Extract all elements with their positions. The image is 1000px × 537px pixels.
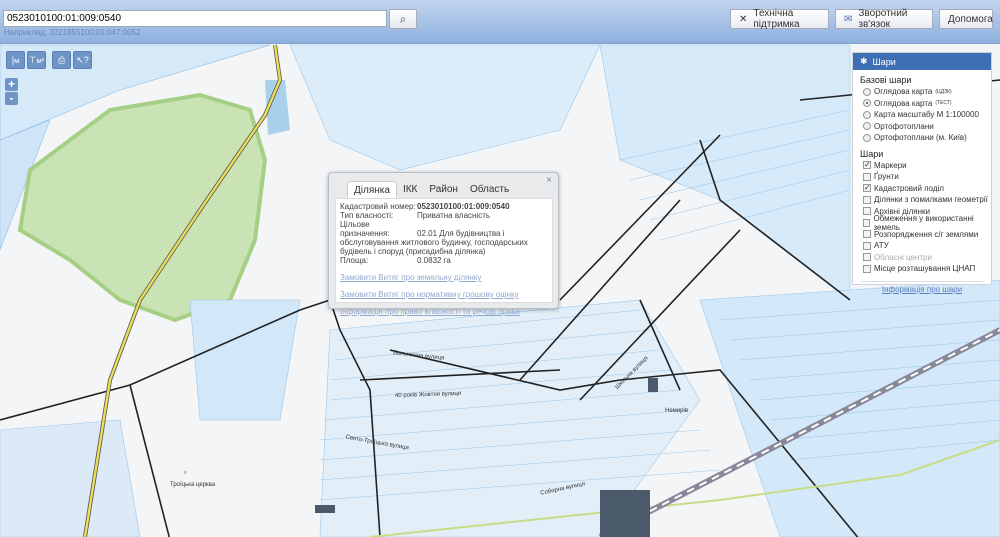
close-icon[interactable]: ×: [546, 175, 552, 186]
field-label: Площа:: [340, 256, 369, 265]
tab-ikk[interactable]: ІКК: [397, 181, 423, 199]
checkbox[interactable]: [863, 241, 871, 250]
printer-icon: ⎙: [57, 54, 66, 65]
layer-label: АТУ: [874, 241, 889, 251]
cursor-question-icon: ↖?: [76, 54, 89, 65]
search-icon: ⌕: [399, 11, 407, 26]
layer-option[interactable]: Місце розташування ЦНАП: [863, 263, 991, 275]
checkbox[interactable]: [863, 172, 871, 181]
layer-label: Місце розташування ЦНАП: [874, 264, 976, 274]
tab-district[interactable]: Район: [423, 181, 464, 199]
overlay-layers-heading: Шари: [860, 148, 884, 159]
field-label: Кадастровий номер:: [340, 202, 416, 211]
envelope-icon: ✉: [844, 13, 853, 25]
layer-label: Розпорядження с/г землями: [874, 229, 979, 239]
ownership-type: Приватна власність: [417, 211, 491, 220]
ruler-unit: м: [14, 55, 20, 65]
layer-option[interactable]: ✓ Маркери: [863, 160, 991, 172]
field-label: Тип власності:: [340, 211, 394, 220]
radio-button[interactable]: [863, 87, 871, 96]
checkbox[interactable]: [863, 253, 871, 262]
help-label: Допомога: [948, 13, 993, 25]
base-layer-source: (ТЕСТ): [935, 100, 952, 107]
base-layer-option[interactable]: Ортофотоплани: [863, 121, 991, 133]
checkbox[interactable]: ✓: [863, 184, 871, 193]
field-label: Цільове призначення:: [340, 220, 390, 238]
cadastral-number: 0523010100:01:009:0540: [417, 202, 510, 211]
base-layer-option[interactable]: Ортофотоплани (м. Київ): [863, 132, 991, 144]
gear-icon: ✱: [860, 56, 868, 66]
base-layers-heading: Базові шари: [860, 75, 912, 85]
checkbox[interactable]: [863, 230, 871, 239]
layer-option[interactable]: ✓ Кадастровий поділ: [863, 183, 991, 195]
tools-icon: ✕: [739, 13, 748, 25]
base-layer-source: (ЦДЗК): [935, 88, 952, 95]
help-button[interactable]: Допомога: [939, 9, 993, 29]
cadastral-search-input[interactable]: [3, 10, 387, 27]
radio-button[interactable]: [863, 99, 871, 108]
base-layer-option[interactable]: Карта масштабу М 1:100000: [863, 109, 991, 121]
tab-parcel[interactable]: Ділянка: [347, 181, 397, 199]
order-parcel-extract-link[interactable]: Замовити Витяг про земельну ділянку: [340, 273, 548, 282]
parcel-info-popup: × Ділянка ІКК Район Область Кадастровий …: [328, 172, 559, 316]
top-bar: ⌕ Наприклад: 3221855100:01:047:0052 ✕ Тех…: [0, 0, 1000, 44]
measure-distance-button[interactable]: | м: [6, 51, 25, 69]
identify-button[interactable]: ↖?: [73, 51, 92, 69]
layers-info-link[interactable]: Інформація про шари: [861, 280, 983, 294]
layer-option[interactable]: Обласні центри: [863, 252, 991, 264]
order-valuation-extract-link[interactable]: Замовити Витяг про нормативну грошову оц…: [340, 290, 548, 299]
checkbox[interactable]: ✓: [863, 161, 871, 170]
layer-option[interactable]: Розпорядження с/г землями: [863, 229, 991, 241]
station-label: Немирів: [665, 408, 689, 414]
support-button[interactable]: ✕ Технічна підтримка: [730, 8, 829, 30]
building: [600, 490, 650, 537]
tab-region[interactable]: Область: [464, 181, 515, 199]
layer-label: Маркери: [874, 160, 907, 170]
layer-label: Обласні центри: [874, 252, 932, 262]
area-unit: м²: [36, 55, 45, 65]
base-layer-label: Карта масштабу М 1:100000: [874, 110, 979, 120]
church-icon: ♁: [183, 470, 188, 476]
checkbox[interactable]: [863, 264, 871, 273]
radio-button[interactable]: [863, 133, 871, 142]
layer-option[interactable]: Обмеження у використанні земель: [863, 214, 991, 232]
layer-option[interactable]: Ділянки з помилками геометрії: [863, 194, 991, 206]
search-hint: Наприклад: 3221855100:01:047:0052: [4, 28, 141, 37]
base-layer-option[interactable]: Оглядова карта (ТЕСТ): [863, 98, 991, 110]
church-label: Троїцька церква: [170, 482, 216, 488]
base-layer-option[interactable]: Оглядова карта (ЦДЗК): [863, 86, 991, 98]
layers-title: Шари: [872, 56, 896, 67]
layer-label: Кадастровий поділ: [874, 183, 944, 193]
layer-label: Ділянки з помилками геометрії: [874, 195, 988, 205]
measure-area-button[interactable]: ⊤ м²: [27, 51, 46, 69]
zoom-out-button[interactable]: -: [5, 92, 18, 105]
purpose-row: Цільове призначення: 02.01 Для будівництв…: [340, 220, 548, 256]
radio-button[interactable]: [863, 110, 871, 119]
layers-panel: ✱ Шари Базові шари Оглядова карта (ЦДЗК) Ог…: [852, 52, 992, 294]
feedback-button[interactable]: ✉ Зворотний зв'язок: [835, 8, 933, 30]
checkbox[interactable]: [863, 207, 871, 216]
area-icon: ⊤: [28, 54, 37, 65]
ownership-info-link[interactable]: Інформація про право власності та речові…: [340, 307, 548, 316]
parcel-area: [0, 419, 141, 537]
layer-option[interactable]: АТУ: [863, 240, 991, 252]
base-layer-label: Ортофотоплани (м. Київ): [874, 133, 967, 143]
layer-option[interactable]: Ґрунти: [863, 171, 991, 183]
feedback-label: Зворотний зв'язок: [858, 8, 908, 30]
checkbox[interactable]: [863, 218, 871, 227]
support-label: Технічна підтримка: [753, 8, 800, 30]
area-value: 0.0832 га: [417, 256, 451, 265]
radio-button[interactable]: [863, 122, 871, 131]
checkbox[interactable]: [863, 195, 871, 204]
layers-header[interactable]: ✱ Шари: [853, 53, 991, 70]
base-layer-label: Ортофотоплани: [874, 121, 934, 131]
base-layer-label: Оглядова карта: [874, 98, 933, 108]
search-button[interactable]: ⌕: [389, 9, 417, 29]
zoom-in-button[interactable]: +: [5, 78, 18, 91]
base-layer-label: Оглядова карта: [874, 87, 933, 97]
layer-label: Ґрунти: [874, 172, 899, 182]
print-button[interactable]: ⎙: [52, 51, 71, 69]
